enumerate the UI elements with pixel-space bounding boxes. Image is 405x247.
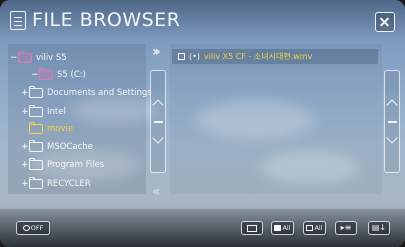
tree-item-s5-drive[interactable]: − S5 (C:) <box>31 67 86 83</box>
tree-item-documents-and-settings[interactable]: + Documents and Settings <box>21 85 152 101</box>
power-off-button[interactable]: OFF <box>16 221 50 235</box>
file-browser-icon <box>10 10 26 30</box>
file-info-icon: ▤↓ <box>371 223 387 232</box>
close-button[interactable] <box>375 12 395 32</box>
play-list-button[interactable]: ▸≡ <box>335 221 357 235</box>
power-off-label: OFF <box>30 224 44 232</box>
scroll-thumb[interactable] <box>154 121 163 123</box>
expand-toggle[interactable]: + <box>21 88 29 98</box>
expand-toggle[interactable]: + <box>21 142 29 152</box>
folder-icon <box>28 86 43 98</box>
tree-item-intel[interactable]: + Intel <box>21 104 66 120</box>
window-title: FILE BROWSER <box>32 9 181 31</box>
power-icon <box>22 225 30 231</box>
tree-item-viliv-s5[interactable]: − viliv S5 <box>10 50 67 66</box>
scroll-thumb[interactable] <box>388 121 397 123</box>
tree-item-label: S5 (C:) <box>57 70 86 80</box>
tree-item-label: viliv S5 <box>36 53 67 63</box>
tree-item-label: Documents and Settings <box>47 88 152 98</box>
file-list-panel <box>170 44 382 194</box>
tree-item-label: Intel <box>47 107 66 117</box>
parent-folder-button[interactable] <box>241 221 263 235</box>
file-browser-window: FILE BROWSER − viliv S5 − S5 (C:) + Docu… <box>0 0 405 247</box>
deselect-all-label: All <box>314 224 323 232</box>
file-info-button[interactable]: ▤↓ <box>368 221 390 235</box>
expand-toggle[interactable]: + <box>21 107 29 117</box>
folder-icon <box>28 177 43 189</box>
file-list-scrollbar[interactable] <box>384 70 400 173</box>
tree-scrollbar[interactable] <box>150 70 166 173</box>
parent-folder-icon <box>246 224 257 232</box>
file-list-item[interactable]: (•) viliv X5 CF - 소녀시대편.wmv <box>172 49 378 64</box>
select-all-button[interactable]: All <box>271 221 294 235</box>
device-icon <box>17 51 32 63</box>
tree-item-movie[interactable]: movie <box>28 121 74 137</box>
play-list-icon: ▸≡ <box>340 223 352 232</box>
scroll-up-icon[interactable] <box>386 99 398 111</box>
collapse-toggle[interactable]: − <box>10 53 18 63</box>
scroll-down-icon[interactable] <box>152 132 164 144</box>
folder-open-icon <box>28 122 43 134</box>
scroll-up-icon[interactable] <box>152 99 164 111</box>
tree-item-label: Program Files <box>47 160 105 170</box>
tree-item-label: movie <box>47 124 74 134</box>
deselect-all-button[interactable]: All <box>303 221 326 235</box>
tree-item-label: MSOCache <box>47 142 93 152</box>
scroll-down-icon[interactable] <box>386 132 398 144</box>
file-name: viliv X5 CF - 소녀시대편.wmv <box>203 52 313 61</box>
file-type-mark: (•) <box>189 52 200 61</box>
tree-item-msocache[interactable]: + MSOCache <box>21 139 93 155</box>
expand-toggle[interactable]: + <box>21 179 29 189</box>
collapse-toggle[interactable]: − <box>31 70 39 80</box>
checked-box-icon <box>274 225 282 231</box>
folder-icon <box>28 105 43 117</box>
tree-item-program-files[interactable]: + Program Files <box>21 157 104 173</box>
folder-icon <box>28 140 43 152</box>
select-all-label: All <box>282 224 291 232</box>
expand-toggle[interactable]: + <box>21 160 29 170</box>
expand-panel-icon[interactable]: ›› <box>152 44 160 60</box>
tree-item-recycler[interactable]: + RECYCLER <box>21 176 91 192</box>
checkbox-icon[interactable] <box>178 53 185 60</box>
collapse-panel-icon[interactable]: ‹‹ <box>152 184 160 200</box>
drive-icon <box>38 68 53 80</box>
empty-box-icon <box>306 225 314 231</box>
folder-icon <box>28 158 43 170</box>
tree-item-label: RECYCLER <box>47 179 91 189</box>
window-title-area: FILE BROWSER <box>10 9 180 31</box>
